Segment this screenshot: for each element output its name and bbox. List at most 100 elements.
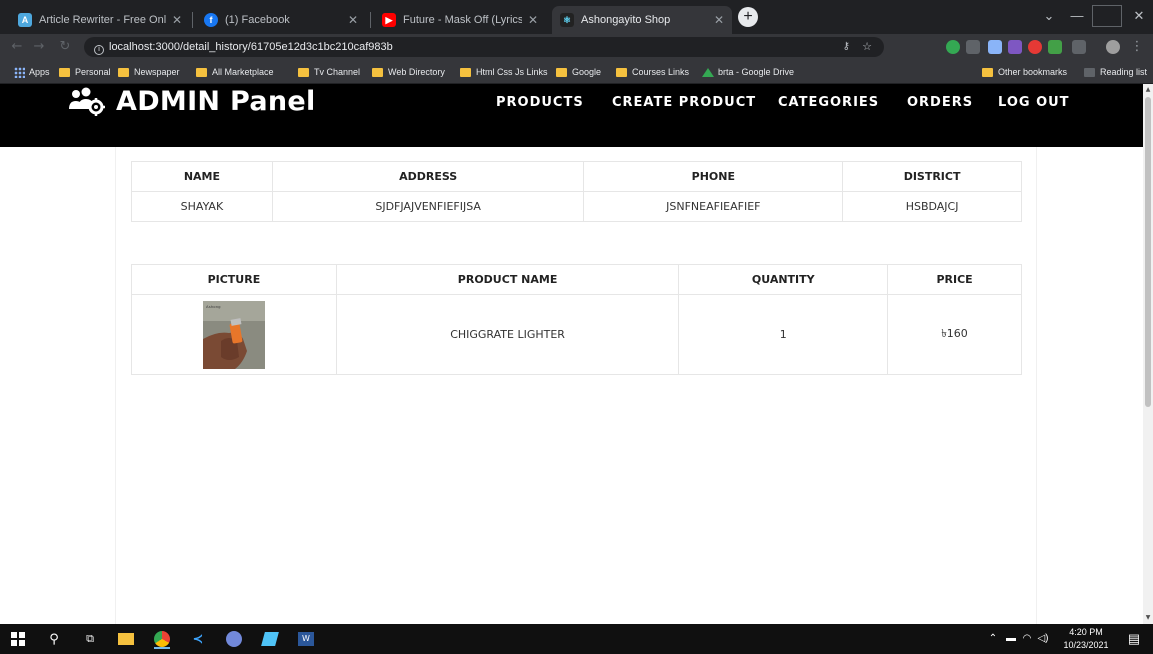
word-icon[interactable]: W	[296, 629, 316, 649]
discord-icon[interactable]	[224, 629, 244, 649]
extensions-puzzle-icon[interactable]	[1072, 40, 1086, 54]
cell-quantity: 1	[678, 294, 889, 375]
site-info-icon[interactable]: i	[94, 45, 104, 55]
nav-log-out[interactable]: LOG OUT	[998, 95, 1070, 110]
profile-avatar-icon[interactable]	[1106, 40, 1120, 54]
tab-article-rewriter[interactable]: A Article Rewriter - Free Online Arti ✕	[10, 6, 190, 34]
url-text: localhost:3000/detail_history/61705e12d3…	[109, 41, 393, 53]
notepad-icon[interactable]	[260, 629, 280, 649]
clock-time: 4:20 PM	[1069, 627, 1103, 637]
nav-create-product[interactable]: CREATE PRODUCT	[612, 95, 756, 110]
header-picture: PICTURE	[131, 264, 337, 295]
folder-icon	[59, 67, 70, 77]
extension-icon[interactable]	[1048, 40, 1062, 54]
bookmark-label: Apps	[29, 67, 50, 77]
tab-title: Article Rewriter - Free Online Arti	[39, 14, 166, 26]
browser-toolbar: ← → ↻ i localhost:3000/detail_history/617…	[0, 34, 1153, 60]
clock[interactable]: 4:20 PM 10/23/2021	[1056, 624, 1116, 654]
cell-price: ৳160	[887, 294, 1022, 375]
scrollbar-thumb[interactable]	[1145, 97, 1151, 407]
back-arrow-icon[interactable]: ←	[8, 38, 26, 56]
brand-logo[interactable]: ADMIN Panel	[68, 86, 316, 117]
order-detail-content: NAME ADDRESS PHONE DISTRICT SHAYAK SJDFJ…	[115, 147, 1037, 624]
file-explorer-icon[interactable]	[116, 629, 136, 649]
close-icon[interactable]: ✕	[714, 13, 724, 27]
vscode-icon[interactable]: ≺	[188, 629, 208, 649]
grammarly-extension-icon[interactable]	[946, 40, 960, 54]
bookmark-tv-channel[interactable]: Tv Channel	[298, 60, 360, 84]
bookmark-label: brta - Google Drive	[718, 67, 795, 77]
color-picker-extension-icon[interactable]	[1008, 40, 1022, 54]
notifications-icon[interactable]: ▤	[1124, 624, 1144, 654]
header-product-name: PRODUCT NAME	[335, 264, 680, 295]
lighter-product-image: ᴬˢʰᵒⁿᵍ	[202, 300, 265, 369]
minimize-icon[interactable]: —	[1064, 4, 1090, 28]
bookmark-label: Web Directory	[388, 67, 445, 77]
bookmark-label: All Marketplace	[212, 67, 274, 77]
address-bar[interactable]: i localhost:3000/detail_history/61705e12d…	[84, 37, 884, 57]
chrome-icon[interactable]	[152, 629, 172, 649]
bookmark-newspaper[interactable]: Newspaper	[118, 60, 180, 84]
facebook-icon: f	[204, 13, 218, 27]
tab-ashongayito-shop[interactable]: ⚛ Ashongayito Shop ✕	[552, 6, 732, 34]
close-icon[interactable]: ✕	[528, 13, 538, 27]
tab-facebook[interactable]: f (1) Facebook ✕	[196, 6, 366, 34]
bookmark-label: Google	[572, 67, 602, 77]
bookmark-other-bookmarks[interactable]: Other bookmarks	[982, 60, 1067, 84]
reload-icon[interactable]: ↻	[56, 38, 74, 56]
tray-overflow-chevron-icon[interactable]: ⌃	[986, 624, 1000, 654]
screen-capture-extension-icon[interactable]	[988, 40, 1002, 54]
bookmark-google[interactable]: Google	[556, 60, 601, 84]
windows-taskbar: ⚲ ⧉ ≺ W ⌃ ▬ ◠ ◁) 4:20 PM 10/23/2021 ▤	[0, 624, 1153, 654]
wifi-icon[interactable]: ◠	[1020, 624, 1034, 654]
nav-orders[interactable]: ORDERS	[907, 95, 973, 110]
battery-icon[interactable]: ▬	[1004, 624, 1018, 654]
tab-youtube[interactable]: ▶ Future - Mask Off (Lyrics / Lyric V ✕	[374, 6, 546, 34]
header-price: PRICE	[887, 264, 1022, 295]
scroll-up-arrow-icon[interactable]: ▲	[1145, 86, 1151, 93]
tab-title: (1) Facebook	[225, 14, 290, 26]
scroll-down-arrow-icon[interactable]: ▼	[1145, 614, 1151, 621]
header-quantity: QUANTITY	[678, 264, 889, 295]
task-view-icon[interactable]: ⧉	[80, 629, 100, 649]
nav-products[interactable]: PRODUCTS	[496, 95, 584, 110]
bookmark-apps[interactable]: Apps	[14, 60, 50, 84]
key-icon[interactable]: ⚷	[843, 37, 850, 57]
close-icon[interactable]: ✕	[172, 13, 182, 27]
bookmark-personal[interactable]: Personal	[59, 60, 111, 84]
folder-icon	[118, 67, 129, 77]
bookmark-star-icon[interactable]: ☆	[862, 37, 872, 57]
bookmark-web-directory[interactable]: Web Directory	[372, 60, 445, 84]
bookmark-label: Courses Links	[632, 67, 690, 77]
cell-picture: ᴬˢʰᵒⁿᵍ	[131, 294, 337, 375]
header-district: DISTRICT	[842, 161, 1022, 192]
cell-product-name: CHIGGRATE LIGHTER	[335, 294, 680, 375]
cell-district: HSBDAJCJ	[842, 191, 1022, 222]
extension-icon[interactable]	[966, 40, 980, 54]
adblock-extension-icon[interactable]	[1028, 40, 1042, 54]
volume-icon[interactable]: ◁)	[1036, 624, 1050, 654]
youtube-icon: ▶	[382, 13, 396, 27]
tab-title: Future - Mask Off (Lyrics / Lyric V	[403, 14, 522, 26]
menu-kebab-icon[interactable]: ⋮	[1128, 38, 1146, 56]
new-tab-plus-icon[interactable]: +	[738, 7, 758, 27]
restore-icon[interactable]	[1092, 5, 1122, 27]
bookmark-brta-google-drive[interactable]: brta - Google Drive	[702, 60, 794, 84]
nav-categories[interactable]: CATEGORIES	[778, 95, 879, 110]
bookmark-html-css-js-links[interactable]: Html Css Js Links	[460, 60, 548, 84]
bookmark-all-marketplace[interactable]: All Marketplace	[196, 60, 274, 84]
reading-list-button[interactable]: Reading list	[1084, 60, 1147, 84]
windows-start-icon[interactable]	[8, 629, 28, 649]
tab-search-chevron-icon[interactable]: ⌄	[1036, 4, 1062, 28]
folder-icon	[298, 67, 309, 77]
forward-arrow-icon[interactable]: →	[30, 38, 48, 56]
close-window-icon[interactable]: ✕	[1126, 4, 1152, 28]
bookmark-courses-links[interactable]: Courses Links	[616, 60, 689, 84]
article-rewriter-icon: A	[18, 13, 32, 27]
reading-list-icon	[1084, 67, 1095, 77]
tab-separator	[370, 12, 371, 28]
close-icon[interactable]: ✕	[348, 13, 358, 27]
customer-info-table: NAME ADDRESS PHONE DISTRICT SHAYAK SJDFJ…	[131, 161, 1022, 222]
search-icon[interactable]: ⚲	[44, 629, 64, 649]
folder-icon	[372, 67, 383, 77]
